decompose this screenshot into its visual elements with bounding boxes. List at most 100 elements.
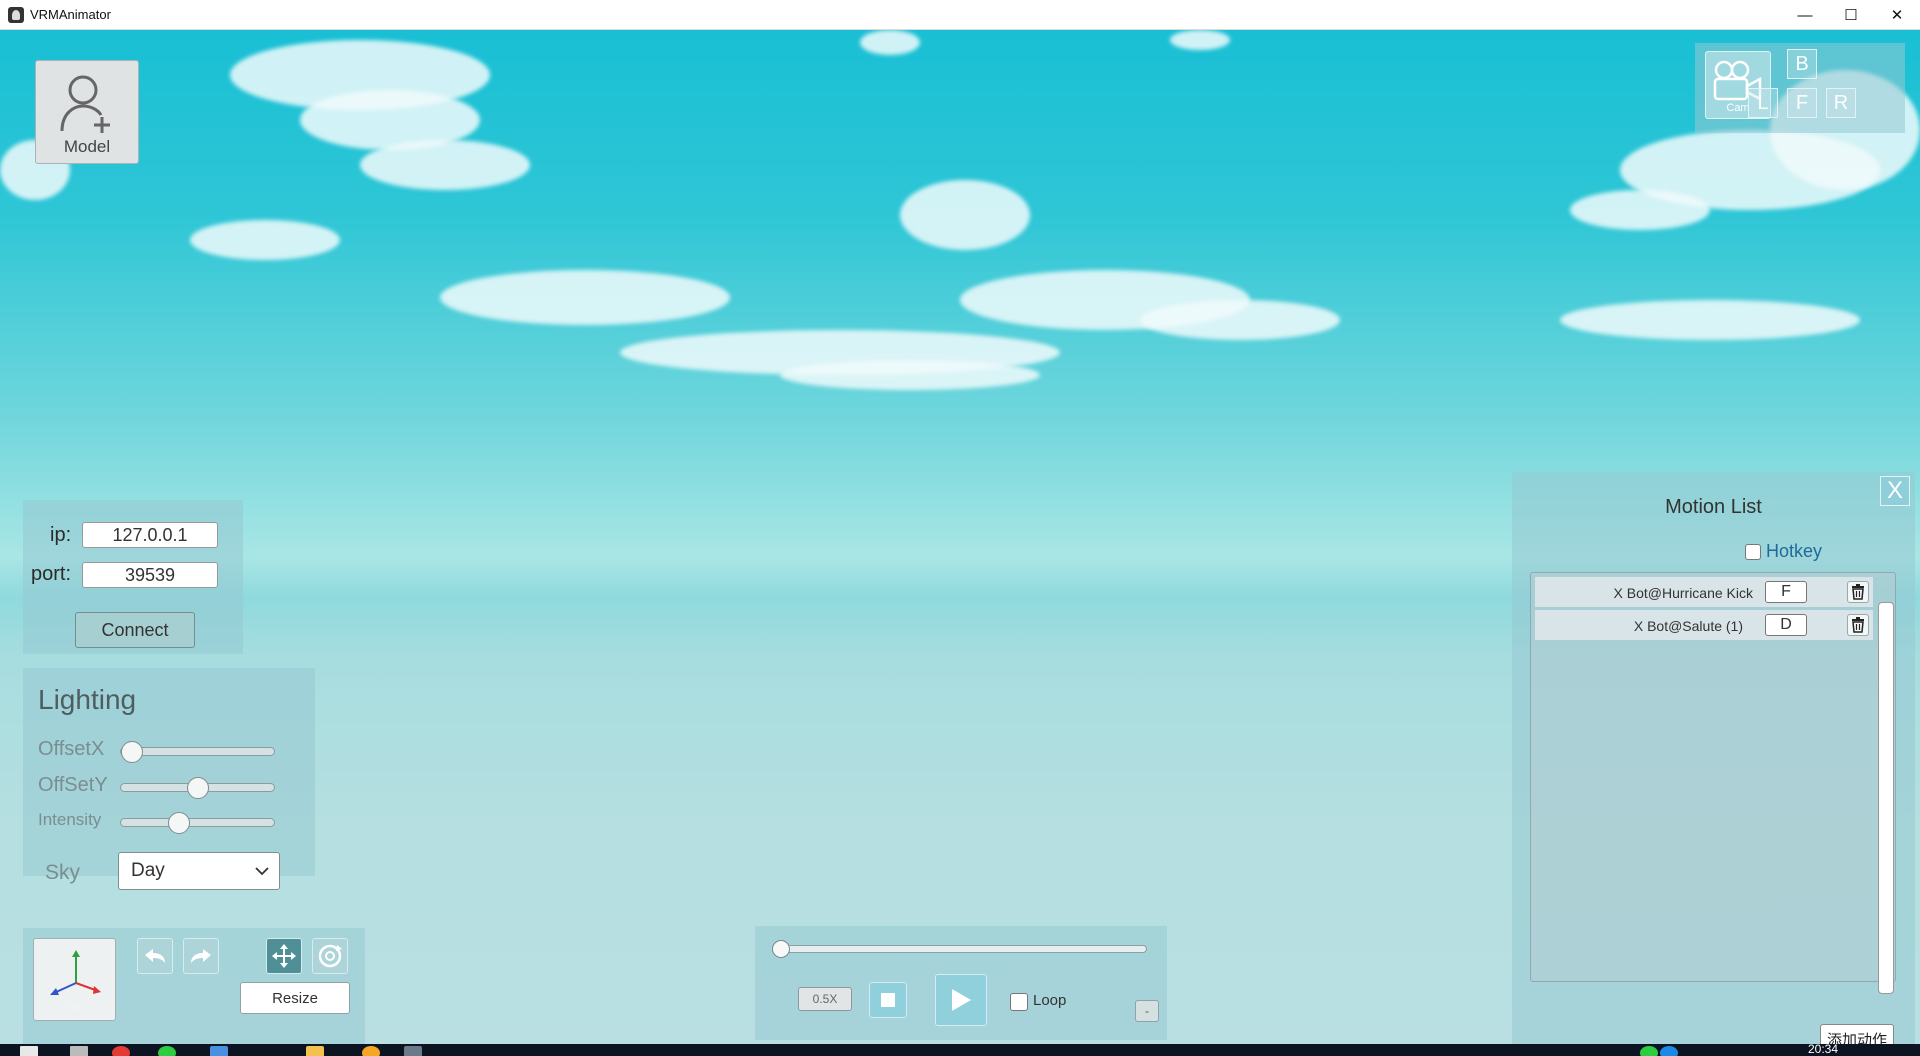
cloud <box>900 180 1030 250</box>
close-window-button[interactable]: ✕ <box>1874 0 1920 30</box>
motion-hotkey-input[interactable]: D <box>1765 614 1807 636</box>
sky-label: Sky <box>45 861 81 884</box>
view-front-button[interactable]: F <box>1787 88 1817 118</box>
playback-panel: 0.5X Loop - <box>755 926 1167 1040</box>
window-title: VRMAnimator <box>30 7 111 22</box>
lighting-panel: Lighting OffsetX OffSetY Intensity Sky D… <box>23 668 315 890</box>
offset-x-label: OffsetX <box>38 738 105 760</box>
intensity-label: Intensity <box>38 810 102 829</box>
chevron-down-icon <box>255 867 269 876</box>
maximize-button[interactable]: ☐ <box>1828 0 1874 30</box>
loop-label: Loop <box>1033 992 1067 1009</box>
minimize-button[interactable]: — <box>1782 0 1828 30</box>
move-tool-button[interactable] <box>266 938 302 974</box>
intensity-thumb[interactable] <box>168 812 191 834</box>
browser-icon[interactable] <box>112 1046 130 1056</box>
tray-icon[interactable] <box>1640 1046 1658 1056</box>
play-icon <box>952 989 971 1011</box>
timeline-thumb[interactable] <box>772 940 790 958</box>
wechat-icon[interactable] <box>158 1046 176 1056</box>
speed-button[interactable]: 0.5X <box>798 987 852 1011</box>
collapse-playback-button[interactable]: - <box>1135 1000 1159 1022</box>
motion-row[interactable]: X Bot@Salute (1) D <box>1535 610 1873 640</box>
add-model-button[interactable]: Model <box>35 60 139 164</box>
motion-row[interactable]: X Bot@Hurricane Kick F <box>1535 577 1873 607</box>
cloud <box>190 220 340 260</box>
axis-gizmo[interactable]: Axis <box>33 938 116 1021</box>
camera-panel: Cam B F L R <box>1695 43 1905 133</box>
port-input[interactable] <box>82 562 218 588</box>
vrmanimator-task-icon[interactable] <box>404 1046 422 1056</box>
view-left-button[interactable]: L <box>1748 88 1778 118</box>
title-bar: VRMAnimator — ☐ ✕ <box>0 0 1920 30</box>
stop-icon <box>881 993 895 1007</box>
close-motion-list-button[interactable]: X <box>1880 476 1910 506</box>
scene-viewport[interactable]: Model Cam B F L R ip: port: Connect Ligh… <box>0 30 1920 1044</box>
undo-icon <box>145 949 165 963</box>
cloud <box>1170 30 1230 50</box>
connect-button[interactable]: Connect <box>75 612 195 648</box>
offset-y-thumb[interactable] <box>186 777 209 799</box>
cloud <box>860 30 920 55</box>
app-pin-icon[interactable] <box>362 1046 380 1056</box>
intensity-slider[interactable] <box>120 812 275 834</box>
rotate-tool-button[interactable] <box>312 938 348 974</box>
view-back-button[interactable]: B <box>1787 49 1817 79</box>
mail-icon[interactable] <box>210 1046 228 1056</box>
motion-list-title: Motion List <box>1665 496 1762 518</box>
taskbar-clock[interactable]: 20:34 <box>1808 1044 1838 1056</box>
model-button-label: Model <box>63 137 111 156</box>
cloud <box>780 360 1040 390</box>
trash-icon <box>1852 584 1864 600</box>
motion-list: X Bot@Hurricane Kick F X Bot@Salute (1) … <box>1530 572 1896 982</box>
offset-y-slider[interactable] <box>120 777 275 799</box>
app-icon <box>8 6 24 23</box>
add-user-icon <box>60 75 110 133</box>
offset-x-thumb[interactable] <box>121 741 143 763</box>
add-motion-button[interactable]: 添加动作 <box>1820 1024 1894 1044</box>
cloud <box>440 270 730 325</box>
delete-motion-button[interactable] <box>1847 581 1869 603</box>
ip-label: ip: <box>50 524 72 546</box>
stop-button[interactable] <box>869 982 907 1018</box>
motion-name: X Bot@Salute (1) <box>1633 618 1743 634</box>
camera-label: Cam <box>1726 102 1750 114</box>
offset-x-slider[interactable] <box>120 741 275 763</box>
offset-y-label: OffSetY <box>38 774 108 796</box>
resize-button[interactable]: Resize <box>240 982 350 1014</box>
taskbar: 20:34 <box>0 1044 1920 1056</box>
lighting-title: Lighting <box>38 684 137 715</box>
hotkey-label: Hotkey <box>1766 541 1823 561</box>
folder-icon[interactable] <box>306 1046 324 1056</box>
trash-icon <box>1852 617 1864 633</box>
connection-panel: ip: port: Connect <box>23 500 243 654</box>
timeline-slider[interactable] <box>772 940 1147 958</box>
view-right-button[interactable]: R <box>1826 88 1856 118</box>
rotate-icon <box>318 944 342 968</box>
start-icon[interactable] <box>20 1046 38 1056</box>
hotkey-checkbox[interactable] <box>1745 544 1761 560</box>
motion-name: X Bot@Hurricane Kick <box>1613 585 1753 601</box>
cloud <box>360 140 530 190</box>
redo-button[interactable] <box>183 938 219 974</box>
motion-list-panel: Motion List X Hotkey X Bot@Hurricane Kic… <box>1512 472 1915 1044</box>
sky-select[interactable]: Day <box>118 852 280 890</box>
move-arrows-icon <box>272 944 296 968</box>
port-label: port: <box>31 563 72 585</box>
delete-motion-button[interactable] <box>1847 614 1869 636</box>
cloud <box>1560 300 1860 340</box>
motion-list-scrollbar[interactable] <box>1878 602 1894 994</box>
play-button[interactable] <box>935 974 987 1026</box>
undo-button[interactable] <box>137 938 173 974</box>
window-controls: — ☐ ✕ <box>1782 0 1920 30</box>
loop-checkbox[interactable] <box>1010 993 1028 1011</box>
axis-label: Axis <box>62 999 87 1014</box>
motion-hotkey-input[interactable]: F <box>1765 581 1807 603</box>
tray-icon[interactable] <box>1660 1046 1678 1056</box>
tool-panel: Axis Resize <box>23 928 365 1044</box>
ip-input[interactable] <box>82 522 218 548</box>
axis-icon <box>50 950 101 995</box>
sky-selected-value: Day <box>131 860 165 881</box>
task-view-icon[interactable] <box>70 1046 88 1056</box>
redo-icon <box>191 949 211 963</box>
